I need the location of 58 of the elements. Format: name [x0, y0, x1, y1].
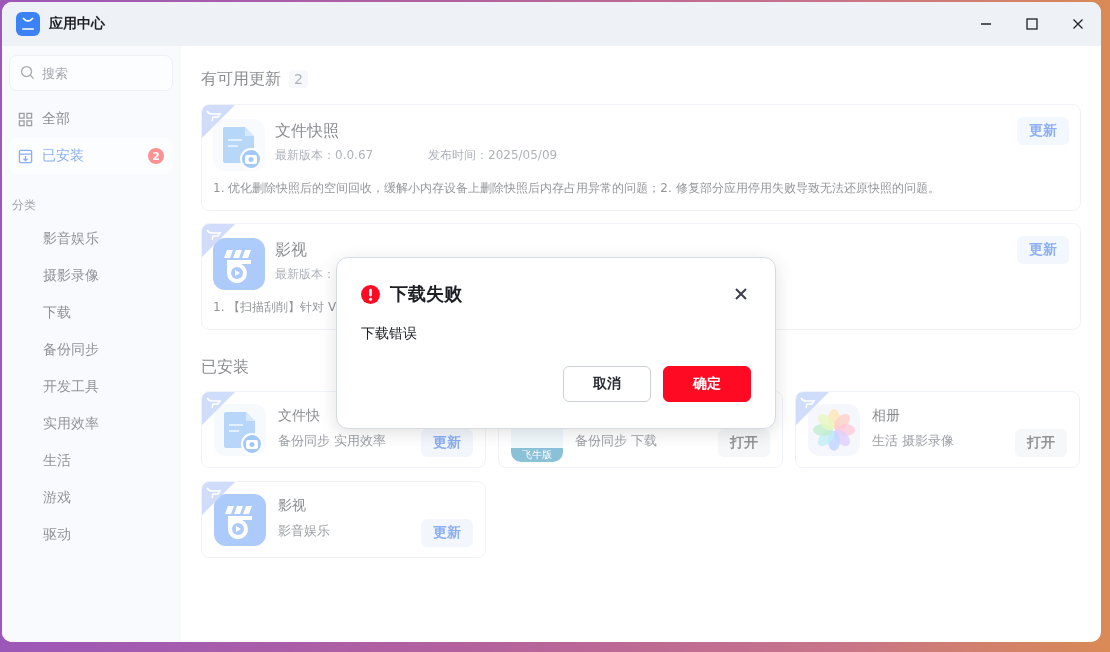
dialog-title: 下载失败	[390, 282, 463, 306]
flower-icon	[808, 404, 860, 456]
play-icon	[214, 494, 266, 546]
error-icon	[361, 284, 380, 304]
app-name: 相册	[872, 407, 900, 423]
update-button[interactable]: 更新	[1017, 117, 1069, 145]
document-camera-icon	[213, 119, 265, 171]
close-icon	[1072, 18, 1084, 30]
dialog-message: 下载错误	[361, 325, 418, 343]
open-button[interactable]: 打开	[1015, 429, 1067, 457]
grid-icon	[18, 111, 33, 127]
open-button[interactable]: 打开	[718, 429, 770, 457]
category-item[interactable]: 下载	[9, 294, 173, 331]
app-name: 影视	[278, 497, 306, 513]
confirm-button[interactable]: 确定	[663, 366, 751, 402]
sidebar-item[interactable]: 全部	[9, 101, 173, 137]
app-name: 文件快	[278, 407, 320, 423]
document-camera-icon	[214, 404, 266, 456]
app-tags: 生活 摄影录像	[872, 432, 1003, 450]
update-button[interactable]: 更新	[421, 519, 473, 547]
version-text: 最新版本：	[275, 266, 336, 283]
section-label: 分类	[12, 197, 37, 214]
category-item[interactable]: 摄影录像	[9, 257, 173, 294]
window-title: 应用中心	[49, 15, 106, 33]
count-badge: 2	[148, 148, 164, 164]
category-item[interactable]: 开发工具	[9, 368, 173, 405]
sidebar-label: 已安装	[42, 147, 85, 165]
cancel-button[interactable]: 取消	[563, 366, 651, 402]
release-notes: 1. 【扫描刮削】针对 V	[213, 299, 338, 316]
release-date: 发布时间：2025/05/09	[428, 147, 558, 164]
category-item[interactable]: 实用效率	[9, 405, 173, 442]
app-name: 影视	[275, 240, 308, 260]
maximize-icon	[1026, 18, 1038, 30]
sidebar-item[interactable]: 已安装 2	[9, 138, 173, 174]
search-icon	[20, 65, 35, 80]
section-heading: 有可用更新	[201, 68, 281, 90]
close-icon	[734, 287, 748, 301]
release-notes: 1. 优化删除快照后的空间回收，缓解小内存设备上删除快照后内存占用异常的问题；2. 修复部分应用停用失败导致无法还原快照的问题。	[213, 180, 941, 197]
update-button[interactable]: 更新	[421, 429, 473, 457]
store-bag-icon	[16, 12, 40, 36]
box-icon	[18, 148, 33, 164]
category-item[interactable]: 驱动	[9, 516, 173, 553]
app-tags: 影音娱乐	[278, 522, 409, 540]
update-button[interactable]: 更新	[1017, 236, 1069, 264]
app-name: 文件快照	[275, 121, 340, 141]
category-item[interactable]: 游戏	[9, 479, 173, 516]
app-tags: 备份同步 下载	[575, 432, 706, 450]
category-item[interactable]: 生活	[9, 442, 173, 479]
category-item[interactable]: 备份同步	[9, 331, 173, 368]
version-text: 最新版本：0.0.67	[275, 147, 375, 164]
category-item[interactable]: 影音娱乐	[9, 220, 173, 257]
app-tags: 备份同步 实用效率	[278, 432, 409, 450]
search-field[interactable]: 搜索	[9, 55, 173, 91]
edition-badge: 飞牛版	[511, 448, 563, 462]
play-icon	[213, 238, 265, 290]
section-heading: 已安装	[201, 356, 249, 378]
sidebar-label: 全部	[42, 110, 71, 128]
count-badge: 2	[289, 70, 308, 88]
